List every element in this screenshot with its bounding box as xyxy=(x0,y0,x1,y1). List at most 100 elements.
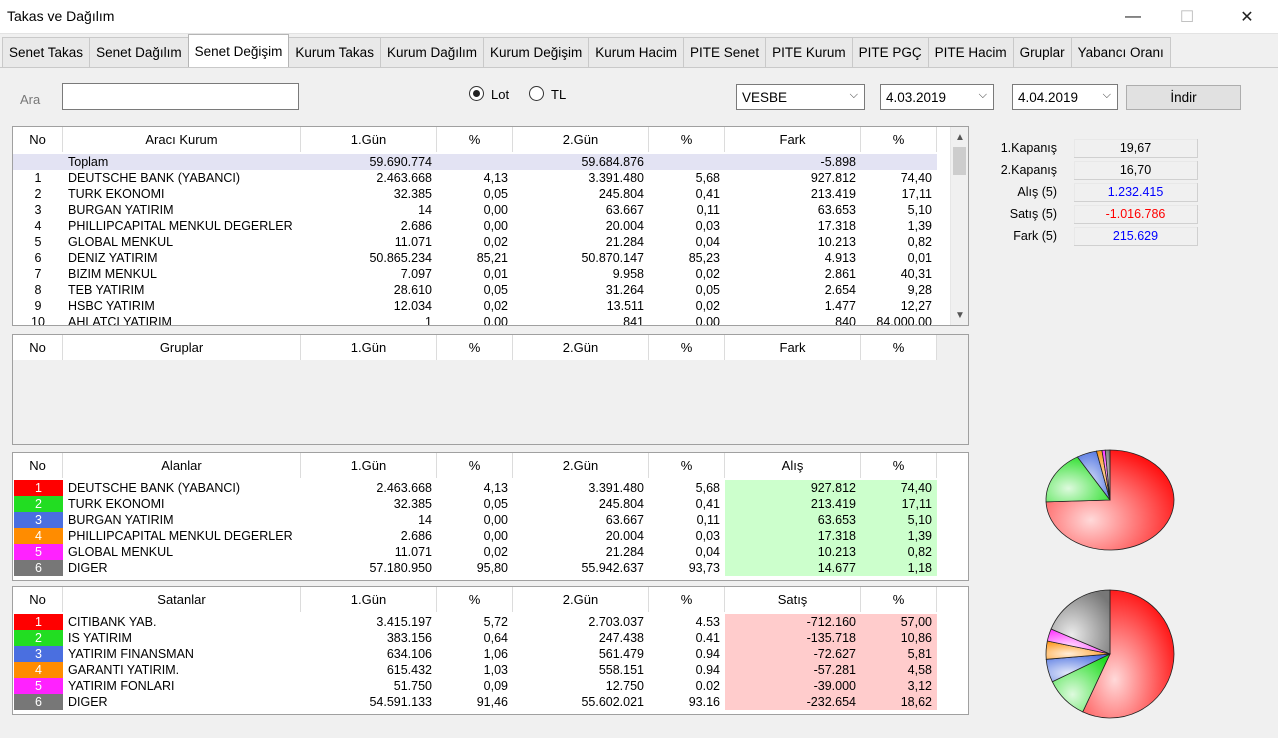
column-header[interactable]: Fark xyxy=(725,127,861,152)
table-row[interactable]: 7 BIZIM MENKUL 7.097 0,01 9.958 0,02 2.861 40,3… xyxy=(13,266,937,282)
table-row[interactable]: 9 HSBC YATIRIM 12.034 0,02 13.511 0,02 1.477 12… xyxy=(13,298,937,314)
table-row[interactable]: 5 GLOBAL MENKUL 11.071 0,02 21.284 0,04 10.213… xyxy=(13,234,937,250)
column-header[interactable]: Fark xyxy=(725,335,861,360)
table-cell: 1,06 xyxy=(483,647,508,661)
column-header[interactable]: No xyxy=(13,453,63,478)
column-header[interactable]: % xyxy=(861,587,937,612)
table-row[interactable]: 5 GLOBAL MENKUL 11.071 0,02 21.284 0,04 10.213… xyxy=(13,544,937,560)
tab-12[interactable]: Yabancı Oranı xyxy=(1070,37,1171,67)
maximize-button[interactable]: ☐ xyxy=(1164,0,1210,34)
column-header[interactable]: Satanlar xyxy=(63,587,301,612)
column-header[interactable]: % xyxy=(437,335,513,360)
column-header[interactable]: Alanlar xyxy=(63,453,301,478)
column-header[interactable]: Satış xyxy=(725,587,861,612)
tab-6[interactable]: Kurum Hacim xyxy=(588,37,685,67)
table-cell: 91,46 xyxy=(476,695,508,709)
table-row[interactable]: 5 YATIRIM FONLARI 51.750 0,09 12.750 0.02 -39.… xyxy=(13,678,937,694)
column-header[interactable]: % xyxy=(649,127,725,152)
column-header[interactable]: No xyxy=(13,335,63,360)
tab-4[interactable]: Kurum Dağılım xyxy=(379,37,484,67)
column-header[interactable]: 2.Gün xyxy=(513,453,649,478)
table-row[interactable]: 10 AHLATCI YATIRIM 1 0,00 841 0,00 840 84.000,0… xyxy=(13,314,937,325)
column-header[interactable]: % xyxy=(861,127,937,152)
column-header[interactable]: Aracı Kurum xyxy=(63,127,301,152)
summary-label: Fark (5) xyxy=(1013,229,1057,243)
column-header[interactable]: 1.Gün xyxy=(301,587,437,612)
minimize-button[interactable]: — xyxy=(1110,0,1156,34)
table-row[interactable]: 4 GARANTI YATIRIM. 615.432 1,03 558.151 0.94-… xyxy=(13,662,937,678)
column-header[interactable]: % xyxy=(649,335,725,360)
close-button[interactable]: ✕ xyxy=(1224,0,1270,34)
table-row[interactable]: 1 DEUTSCHE BANK (YABANCI) 2.463.668 4,13 3.3… xyxy=(13,480,937,496)
table-row[interactable]: 4 PHILLIPCAPITAL MENKUL DEGERLER 2.686 0,00… xyxy=(13,218,937,234)
column-header[interactable]: No xyxy=(13,587,63,612)
tab-0[interactable]: Senet Takas xyxy=(2,37,91,67)
column-header[interactable]: % xyxy=(649,453,725,478)
column-header[interactable]: % xyxy=(437,453,513,478)
tab-7[interactable]: PITE Senet xyxy=(683,37,767,67)
date-from-picker[interactable]: 4.03.2019 ⌵ xyxy=(880,84,994,110)
column-header[interactable]: No xyxy=(13,127,63,152)
column-header[interactable]: % xyxy=(649,587,725,612)
column-header[interactable]: Gruplar xyxy=(63,335,301,360)
tab-3[interactable]: Kurum Takas xyxy=(288,37,381,67)
table-row[interactable]: 6 DIGER 57.180.950 95,80 55.942.637 93,73 14.6… xyxy=(13,560,937,576)
table-cell: 0,05 xyxy=(483,497,508,511)
table-row[interactable]: 8 TEB YATIRIM 28.610 0,05 31.264 0,05 2.654 9,2… xyxy=(13,282,937,298)
table-row[interactable]: 3 BURGAN YATIRIM 14 0,00 63.667 0,11 63.653 5,1… xyxy=(13,202,937,218)
vertical-scrollbar[interactable]: ▲ ▼ xyxy=(950,127,968,325)
column-header[interactable]: 2.Gün xyxy=(513,335,649,360)
table-row[interactable]: 2 TURK EKONOMI 32.385 0,05 245.804 0,41 213.41… xyxy=(13,496,937,512)
column-header[interactable]: % xyxy=(861,453,937,478)
tab-1[interactable]: Senet Dağılım xyxy=(89,37,189,67)
table-cell: 1,39 xyxy=(907,219,932,233)
tab-9[interactable]: PITE PGÇ xyxy=(851,37,929,67)
scroll-down-icon[interactable]: ▼ xyxy=(951,306,968,324)
table-row[interactable]: 1 CITIBANK YAB. 3.415.197 5,72 2.703.037 4.53… xyxy=(13,614,937,630)
date-to-picker[interactable]: 4.04.2019 ⌵ xyxy=(1012,84,1118,110)
lot-radio[interactable] xyxy=(469,86,484,101)
table-row[interactable]: 2 TURK EKONOMI 32.385 0,05 245.804 0,41 213.41… xyxy=(13,186,937,202)
broker-change-grid[interactable]: ▲ ▼ No Aracı Kurum 1.Gün% 2.Gün% Fark% Toplam… xyxy=(12,126,969,326)
table-row[interactable]: 3 BURGAN YATIRIM 14 0,00 63.667 0,11 63.653 5,1… xyxy=(13,512,937,528)
column-header[interactable]: 1.Gün xyxy=(301,335,437,360)
table-row[interactable]: 6 DENIZ YATIRIM 50.865.234 85,21 50.870.147 8… xyxy=(13,250,937,266)
scroll-up-icon[interactable]: ▲ xyxy=(951,128,968,146)
table-row[interactable]: 6 DIGER 54.591.133 91,46 55.602.021 93.16 -232… xyxy=(13,694,937,710)
table-row[interactable]: Toplam 59.690.774 59.684.876 -5.898 xyxy=(13,154,937,170)
column-header[interactable]: 2.Gün xyxy=(513,587,649,612)
table-cell: 18,62 xyxy=(861,694,937,710)
table-row[interactable]: 1 DEUTSCHE BANK (YABANCI) 2.463.668 4,13 3.3… xyxy=(13,170,937,186)
column-header[interactable]: Alış xyxy=(725,453,861,478)
table-row[interactable]: 4 PHILLIPCAPITAL MENKUL DEGERLER 2.686 0,00… xyxy=(13,528,937,544)
tab-8[interactable]: PITE Kurum xyxy=(765,37,853,67)
table-cell: 0,82 xyxy=(907,235,932,249)
download-button[interactable]: İndir xyxy=(1126,85,1241,110)
column-header[interactable]: 1.Gün xyxy=(301,127,437,152)
table-cell: CITIBANK YAB. xyxy=(68,615,157,629)
table-cell: 6 xyxy=(14,560,63,576)
symbol-select[interactable]: VESBE ⌵ xyxy=(736,84,865,110)
column-header[interactable]: % xyxy=(437,127,513,152)
column-header[interactable]: % xyxy=(437,587,513,612)
table-cell: HSBC YATIRIM xyxy=(68,299,155,313)
table-cell: -712.160 xyxy=(725,614,861,630)
table-row[interactable]: 3 YATIRIM FINANSMAN 634.106 1,06 561.479 0.94… xyxy=(13,646,937,662)
search-input[interactable] xyxy=(62,83,299,110)
tab-2[interactable]: Senet Değişim xyxy=(187,34,290,67)
sellers-grid[interactable]: No Satanlar 1.Gün% 2.Gün% Satış% 1 CITIBANK YA… xyxy=(12,586,969,715)
tl-radio[interactable] xyxy=(529,86,544,101)
scroll-thumb[interactable] xyxy=(953,147,966,175)
tab-11[interactable]: Gruplar xyxy=(1012,37,1072,67)
table-cell: 8 xyxy=(34,283,42,297)
table-cell: 0.94 xyxy=(695,647,720,661)
groups-grid[interactable]: No Gruplar 1.Gün% 2.Gün% Fark% xyxy=(12,334,969,445)
tab-5[interactable]: Kurum Değişim xyxy=(482,37,590,67)
table-cell: 17.318 xyxy=(725,528,861,544)
buyers-grid[interactable]: No Alanlar 1.Gün% 2.Gün% Alış% 1 DEUTSCHE BANK… xyxy=(12,452,969,581)
column-header[interactable]: 1.Gün xyxy=(301,453,437,478)
tab-10[interactable]: PITE Hacim xyxy=(927,37,1014,67)
column-header[interactable]: 2.Gün xyxy=(513,127,649,152)
table-row[interactable]: 2 IS YATIRIM 383.156 0,64 247.438 0.41 -135.71… xyxy=(13,630,937,646)
column-header[interactable]: % xyxy=(861,335,937,360)
